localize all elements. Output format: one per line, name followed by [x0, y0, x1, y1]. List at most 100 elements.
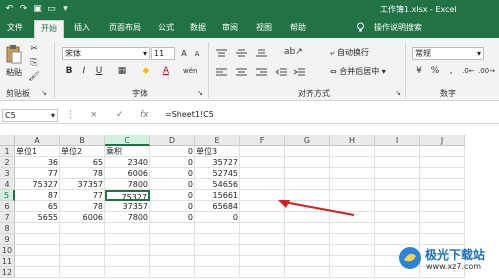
cell-e10[interactable] [195, 245, 240, 256]
customize-toolbar-icon[interactable]: ▾ [60, 2, 71, 15]
cell-f9[interactable] [240, 234, 285, 245]
paste-button[interactable]: 粘贴 [6, 67, 22, 78]
cell-c4[interactable]: 7800 [105, 179, 150, 190]
cell-a7[interactable]: 5655 [15, 212, 60, 223]
orientation-icon[interactable]: ab↗ [284, 47, 303, 58]
cell-d11[interactable] [150, 256, 195, 267]
row-header-1[interactable]: 1 [0, 146, 15, 157]
cell-d2[interactable]: 0 [150, 157, 195, 168]
tell-me-search[interactable]: 操作说明搜索 [368, 20, 428, 38]
cell-c1[interactable]: 乘积 [105, 146, 150, 157]
cell-b11[interactable] [60, 256, 105, 267]
row-header-12[interactable]: 12 [0, 267, 15, 278]
bold-button[interactable]: B [64, 66, 74, 77]
cell-i4[interactable] [375, 179, 420, 190]
cell-b3[interactable]: 78 [60, 168, 105, 179]
tab-review[interactable]: 审阅 [220, 20, 240, 38]
wrap-text-button[interactable]: ⤶ 自动换行 [330, 47, 369, 58]
row-header-7[interactable]: 7 [0, 212, 15, 223]
cell-b7[interactable]: 6006 [60, 212, 105, 223]
cell-g8[interactable] [285, 223, 330, 234]
cell-f10[interactable] [240, 245, 285, 256]
cell-b10[interactable] [60, 245, 105, 256]
cell-e5[interactable]: 15661 [195, 190, 240, 201]
row-header-10[interactable]: 10 [0, 245, 15, 256]
cell-a4[interactable]: 75327 [15, 179, 60, 190]
row-header-5[interactable]: 5 [0, 190, 15, 201]
cell-f12[interactable] [240, 267, 285, 278]
cancel-formula-button[interactable]: × [90, 110, 98, 120]
cell-i1[interactable] [375, 146, 420, 157]
cell-a12[interactable] [15, 267, 60, 278]
cell-g12[interactable] [285, 267, 330, 278]
tab-formulas[interactable]: 公式 [156, 20, 176, 38]
cell-b8[interactable] [60, 223, 105, 234]
cell-d6[interactable]: 0 [150, 201, 195, 212]
cell-c11[interactable] [105, 256, 150, 267]
cell-f2[interactable] [240, 157, 285, 168]
select-all-corner[interactable] [0, 135, 15, 146]
cell-h8[interactable] [330, 223, 375, 234]
cell-g2[interactable] [285, 157, 330, 168]
cell-d4[interactable]: 0 [150, 179, 195, 190]
cell-c2[interactable]: 2340 [105, 157, 150, 168]
cell-a10[interactable] [15, 245, 60, 256]
cell-d12[interactable] [150, 267, 195, 278]
cell-c12[interactable] [105, 267, 150, 278]
undo-icon[interactable]: ↶ [4, 2, 15, 15]
cell-f11[interactable] [240, 256, 285, 267]
cell-h10[interactable] [330, 245, 375, 256]
cell-j1[interactable] [420, 146, 465, 157]
cell-g10[interactable] [285, 245, 330, 256]
comma-button[interactable]: , [446, 66, 456, 77]
fill-color-icon[interactable]: ◆ [140, 66, 152, 77]
cell-h2[interactable] [330, 157, 375, 168]
percent-button[interactable]: % [430, 66, 440, 77]
font-launcher-icon[interactable]: ↘ [196, 88, 204, 99]
cell-j6[interactable] [420, 201, 465, 212]
column-header-g[interactable]: G [285, 135, 330, 146]
currency-button[interactable]: ¥ [414, 66, 424, 77]
increase-decimal-icon[interactable]: .0← [462, 66, 475, 77]
cell-d5[interactable]: 0 [150, 190, 195, 201]
cell-c9[interactable] [105, 234, 150, 245]
cell-d10[interactable] [150, 245, 195, 256]
cell-d9[interactable] [150, 234, 195, 245]
cell-c7[interactable]: 7800 [105, 212, 150, 223]
cell-h11[interactable] [330, 256, 375, 267]
cell-d7[interactable]: 0 [150, 212, 195, 223]
cell-a11[interactable] [15, 256, 60, 267]
cell-a5[interactable]: 87 [15, 190, 60, 201]
cell-j7[interactable] [420, 212, 465, 223]
align-right-icon[interactable] [256, 68, 267, 76]
cell-h9[interactable] [330, 234, 375, 245]
column-header-i[interactable]: I [375, 135, 420, 146]
row-header-6[interactable]: 6 [0, 201, 15, 212]
column-header-c[interactable]: C [105, 135, 150, 146]
cell-d1[interactable]: 0 [150, 146, 195, 157]
cell-c6[interactable]: 37357 [105, 201, 150, 212]
middle-align-icon[interactable] [236, 49, 247, 57]
cell-c5[interactable]: 75327 [105, 190, 150, 201]
row-header-8[interactable]: 8 [0, 223, 15, 234]
row-header-4[interactable]: 4 [0, 179, 15, 190]
formula-input[interactable]: =Sheet1!C5 [165, 110, 214, 119]
cell-h3[interactable] [330, 168, 375, 179]
cell-f3[interactable] [240, 168, 285, 179]
cell-b1[interactable]: 单位2 [60, 146, 105, 157]
column-header-b[interactable]: B [60, 135, 105, 146]
italic-button[interactable]: I [79, 66, 89, 77]
font-size-dropdown[interactable]: 11 [151, 47, 175, 60]
cell-e4[interactable]: 54656 [195, 179, 240, 190]
tab-data[interactable]: 数据 [188, 20, 208, 38]
clipboard-launcher-icon[interactable]: ↘ [40, 88, 48, 99]
tab-home[interactable]: 开始 [34, 20, 64, 38]
increase-indent-icon[interactable] [294, 68, 305, 76]
enter-formula-button[interactable]: ✓ [116, 110, 124, 120]
cell-a3[interactable]: 77 [15, 168, 60, 179]
cell-b12[interactable] [60, 267, 105, 278]
borders-icon[interactable]: ▦ [116, 66, 128, 77]
cut-icon[interactable]: ✂ [28, 44, 40, 55]
cell-j3[interactable] [420, 168, 465, 179]
phonetic-guide-button[interactable]: wén [183, 66, 197, 77]
